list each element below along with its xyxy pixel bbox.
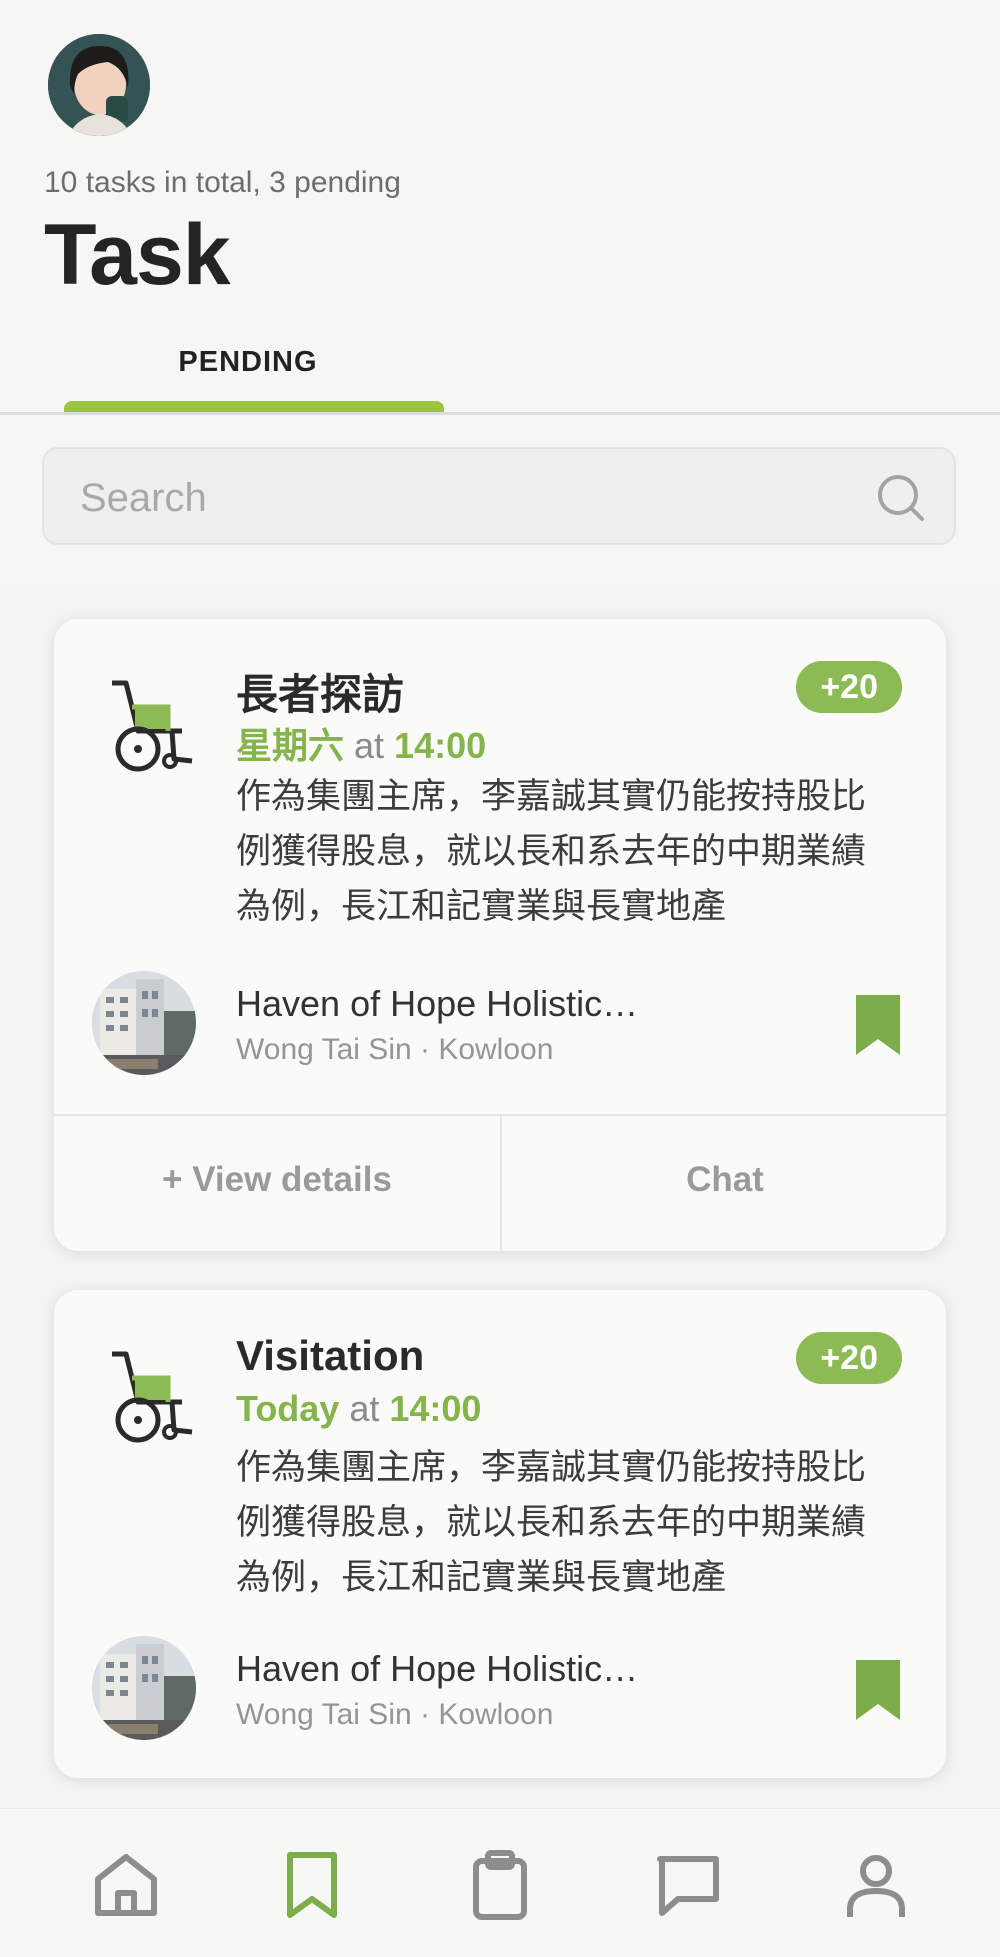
- task-description: 作為集團主席，李嘉誠其實仍能按持股比例獲得股息，就以長和系去年的中期業績為例，長…: [236, 777, 867, 926]
- home-icon[interactable]: [90, 1849, 162, 1921]
- place-photo: [92, 971, 196, 1075]
- task-day: 星期六: [236, 725, 345, 766]
- task-at: at: [354, 725, 385, 766]
- bookmark-icon[interactable]: [856, 995, 900, 1055]
- points-badge: +20: [796, 661, 902, 713]
- task-count-subtitle: 10 tasks in total, 3 pending: [44, 166, 401, 199]
- task-clock: 14:00: [394, 725, 487, 766]
- task-title: Visitation: [236, 1332, 425, 1379]
- place-name[interactable]: Haven of Hope Holistic…: [236, 983, 638, 1025]
- task-title: 長者探訪: [236, 671, 405, 718]
- task-card[interactable]: Visitation +20 Today at 14:00 作為集團主席，李嘉誠其實…: [54, 1290, 946, 1778]
- page-title: Task: [44, 207, 231, 303]
- place-area: Wong Tai Sin · Kowloon: [236, 1033, 554, 1066]
- bookmark-icon[interactable]: [276, 1849, 348, 1921]
- search-icon[interactable]: [874, 471, 926, 523]
- chat-icon[interactable]: [652, 1849, 724, 1921]
- task-card[interactable]: 長者探訪 +20 星期六 at 14:00 作為集團主席，李嘉誠其實仍能按持股比例獲…: [54, 619, 946, 1251]
- place-area: Wong Tai Sin · Kowloon: [236, 1698, 554, 1731]
- wheelchair-icon: [112, 1351, 193, 1443]
- clipboard-icon[interactable]: [464, 1849, 536, 1921]
- bookmark-icon[interactable]: [856, 1660, 900, 1720]
- chat-button[interactable]: Chat: [500, 1116, 948, 1251]
- tab-divider: [0, 412, 1000, 415]
- task-day: Today: [236, 1388, 340, 1429]
- task-at: at: [349, 1388, 380, 1429]
- task-description: 作為集團主席，李嘉誠其實仍能按持股比例獲得股息，就以長和系去年的中期業績為例，長…: [236, 1448, 867, 1597]
- task-time: Today at 14:00: [236, 1388, 481, 1430]
- view-details-button[interactable]: + View details: [54, 1116, 500, 1251]
- tab-pending[interactable]: PENDING: [64, 346, 432, 379]
- avatar[interactable]: [48, 34, 150, 136]
- task-time: 星期六 at 14:00: [236, 717, 486, 769]
- wheelchair-icon: [112, 680, 193, 772]
- task-clock: 14:00: [389, 1388, 482, 1429]
- search-input[interactable]: [78, 467, 862, 529]
- bottom-navigation: [0, 1808, 1000, 1957]
- place-name[interactable]: Haven of Hope Holistic…: [236, 1648, 638, 1690]
- profile-icon[interactable]: [840, 1849, 912, 1921]
- points-badge: +20: [796, 1332, 902, 1384]
- place-photo: [92, 1636, 196, 1740]
- tab-active-indicator: [64, 401, 444, 412]
- search-bar[interactable]: [42, 447, 956, 545]
- header: 10 tasks in total, 3 pending Task PENDIN…: [0, 0, 1000, 585]
- avatar-image: [48, 34, 150, 136]
